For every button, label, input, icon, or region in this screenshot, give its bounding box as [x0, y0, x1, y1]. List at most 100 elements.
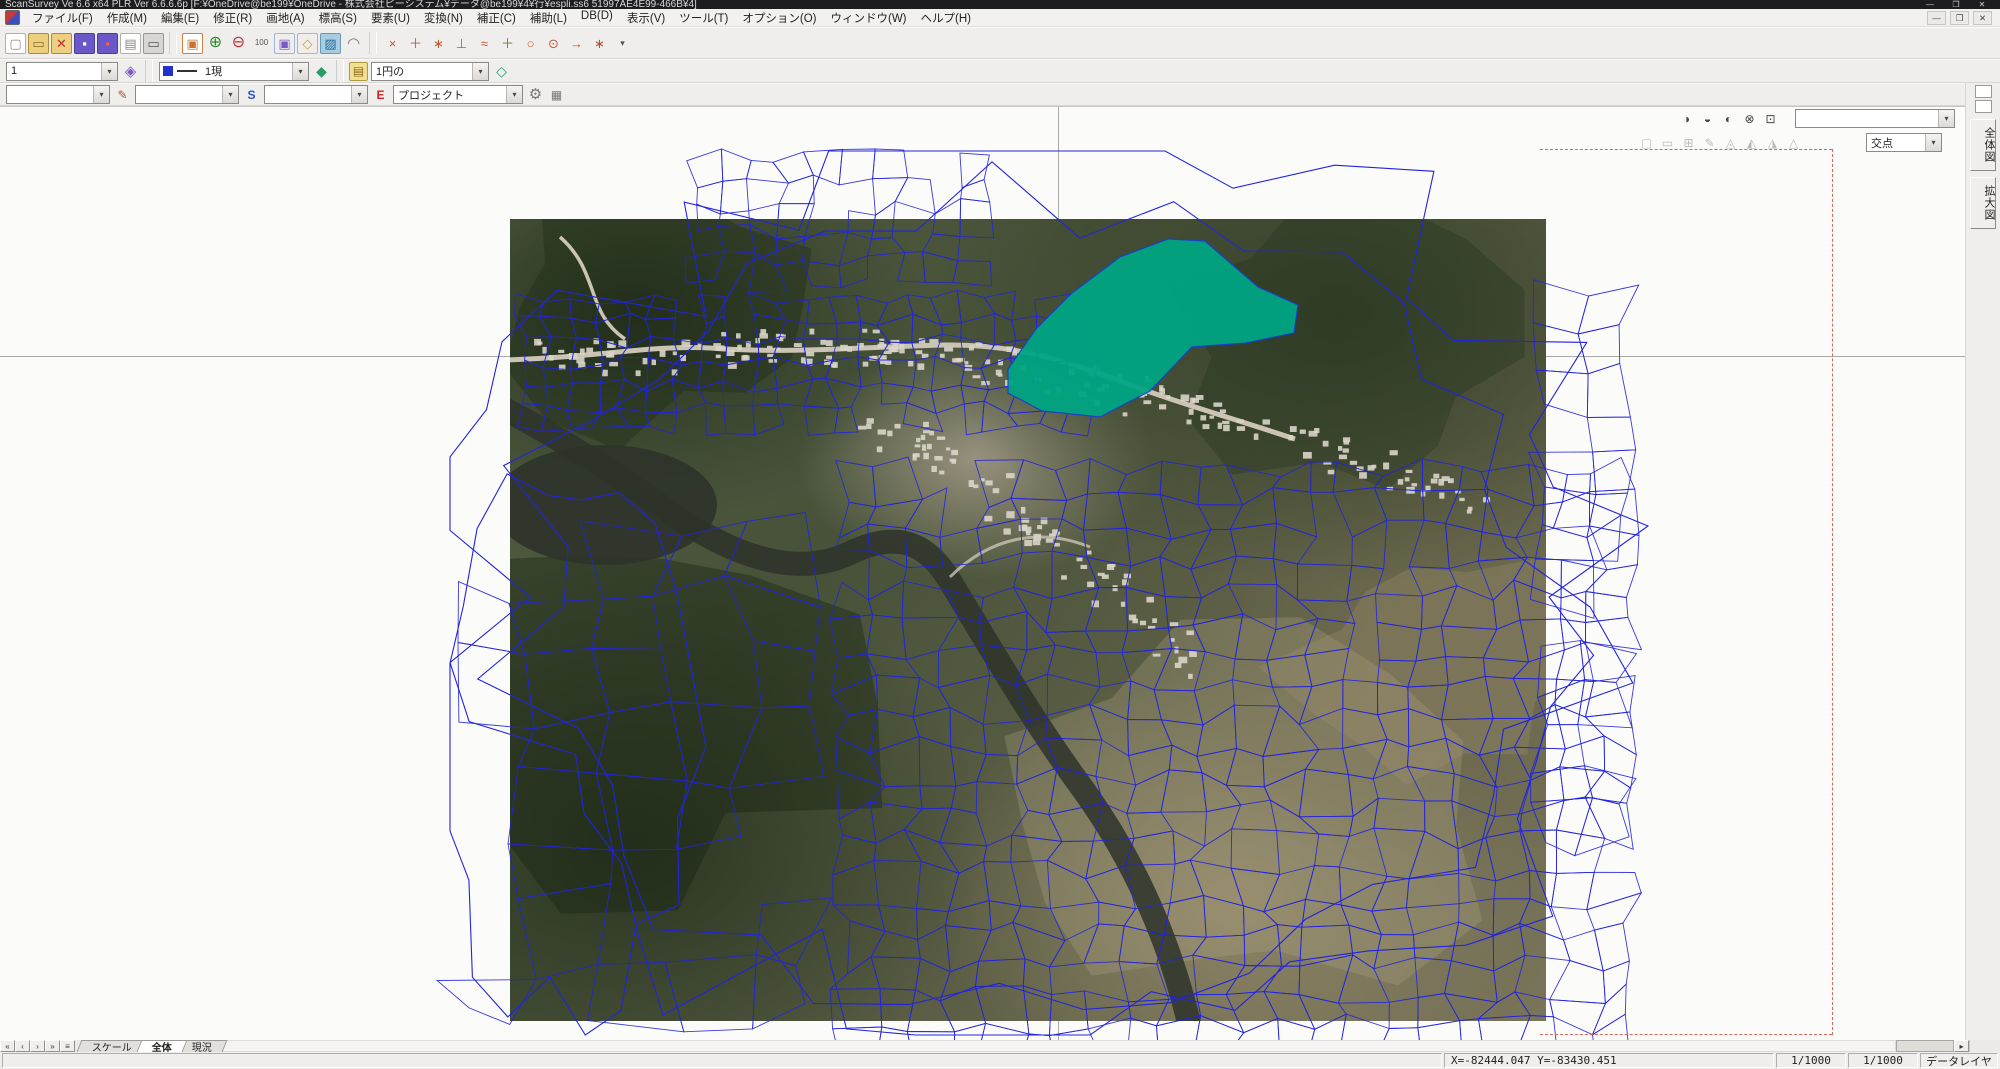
zoom-100-icon[interactable]: 100	[251, 33, 272, 54]
zoom-out-icon[interactable]: ⊖	[228, 33, 249, 54]
elevation-tool-icon[interactable]: E	[371, 85, 390, 104]
child-minimize-button[interactable]: —	[1927, 11, 1946, 25]
menu-item-1[interactable]: 作成(M)	[100, 9, 154, 27]
maximize-button[interactable]: ❐	[1943, 0, 1969, 9]
region-style-icon[interactable]: ◇	[492, 62, 511, 81]
display-settings-icon[interactable]: ⊡	[1761, 109, 1780, 128]
child-close-button[interactable]: ✕	[1973, 11, 1992, 25]
magnifier-spinner[interactable]	[1975, 100, 1992, 113]
close-button[interactable]: ✕	[1969, 0, 1995, 9]
chevron-down-icon[interactable]: ▾	[351, 86, 367, 103]
menu-item-14[interactable]: ウィンドウ(W)	[824, 9, 914, 27]
menu-item-15[interactable]: ヘルプ(H)	[914, 9, 978, 27]
menu-item-9[interactable]: 補助(L)	[523, 9, 574, 27]
view-delete-icon[interactable]: ⊗	[1740, 109, 1759, 128]
section-tool-icon[interactable]: S	[242, 85, 261, 104]
point-add-icon[interactable]: ＋	[405, 33, 426, 54]
polygon-select-icon[interactable]: ◇	[297, 33, 318, 54]
line-type-combo[interactable]: 1現▾	[159, 62, 309, 81]
project-settings-icon[interactable]: ⚙	[526, 85, 545, 104]
area-select-icon: ▢	[1637, 133, 1656, 152]
line-style-edit-icon[interactable]: ◆	[312, 62, 331, 81]
pen-combo[interactable]: 1▾	[6, 62, 118, 81]
print-icon[interactable]: ▭	[143, 33, 164, 54]
print-scale[interactable]: 1/1000	[1848, 1053, 1918, 1068]
first-sheet-button[interactable]: «	[0, 1040, 15, 1052]
horizontal-scrollbar-thumb[interactable]	[1896, 1040, 1954, 1052]
point-perpendicular-icon[interactable]: ⊥	[451, 33, 472, 54]
chevron-down-icon[interactable]: ▾	[101, 63, 117, 80]
section-combo[interactable]: ▾	[135, 85, 239, 104]
point-attribute-icon[interactable]: ✎	[113, 85, 132, 104]
sheet-tab-1[interactable]: 全体	[137, 1040, 188, 1052]
open-file-icon[interactable]: ▭	[28, 33, 49, 54]
node-cross-icon[interactable]: ∗	[589, 33, 610, 54]
menu-item-10[interactable]: DB(D)	[574, 9, 620, 27]
sheet-tab-bar: «‹›»≡ スケール全体現況 ▸	[0, 1040, 2000, 1052]
save-file-icon[interactable]: ▪	[74, 33, 95, 54]
sheet-list-button[interactable]: ≡	[60, 1040, 75, 1052]
last-sheet-button[interactable]: »	[45, 1040, 60, 1052]
horizontal-scrollbar-track[interactable]	[219, 1040, 1896, 1052]
next-sheet-button[interactable]: ›	[30, 1040, 45, 1052]
point-move-icon[interactable]: ∗	[428, 33, 449, 54]
point-name-combo[interactable]: ▾	[6, 85, 110, 104]
zoom-in-icon[interactable]: ⊕	[205, 33, 226, 54]
project-combo[interactable]: プロジェクト▾	[393, 85, 523, 104]
menu-item-11[interactable]: 表示(V)	[620, 9, 672, 27]
annotation-combo[interactable]: 1円の▾	[371, 62, 489, 81]
overview-tab[interactable]: 全体図	[1970, 119, 1996, 171]
save-as-file-icon[interactable]: ▪	[97, 33, 118, 54]
prev-sheet-button[interactable]: ‹	[15, 1040, 30, 1052]
magnifier-tab[interactable]: 拡大図	[1970, 177, 1996, 229]
scroll-right-arrow[interactable]: ▸	[1954, 1040, 1969, 1052]
page-setup-icon[interactable]: ▤	[120, 33, 141, 54]
point-tangent-icon[interactable]: ≈	[474, 33, 495, 54]
overview-spinner[interactable]	[1975, 85, 1992, 98]
view-rotate-right-icon[interactable]: ◒	[1698, 109, 1717, 128]
menu-item-13[interactable]: オプション(O)	[735, 9, 823, 27]
node-plus-icon[interactable]: ＋	[497, 33, 518, 54]
close-file-icon[interactable]: ✕	[51, 33, 72, 54]
chevron-down-icon[interactable]: ▾	[506, 86, 522, 103]
menu-item-6[interactable]: 要素(U)	[364, 9, 417, 27]
search-combo[interactable]: ▾	[1795, 109, 1955, 128]
menu-item-7[interactable]: 変換(N)	[417, 9, 470, 27]
map-canvas[interactable]: ◑◒◐⊗⊡▾ ▢▭⊞✎◬◭◮△交点▾	[0, 106, 1965, 1041]
menu-item-3[interactable]: 修正(R)	[206, 9, 259, 27]
node-circle-icon[interactable]: ○	[520, 33, 541, 54]
chevron-down-icon[interactable]: ▾	[472, 63, 488, 80]
chevron-down-icon[interactable]: ▾	[1938, 110, 1954, 127]
raster-image-icon[interactable]: ▨	[320, 33, 341, 54]
view-previous-icon[interactable]: ◐	[1719, 109, 1738, 128]
elevation-combo[interactable]: ▾	[264, 85, 368, 104]
view-rotate-left-icon[interactable]: ◑	[1677, 109, 1696, 128]
chevron-down-icon[interactable]: ▾	[292, 63, 308, 80]
new-file-icon[interactable]: ▢	[5, 33, 26, 54]
chevron-down-icon[interactable]: ▾	[93, 86, 109, 103]
toolbar-separator	[336, 60, 344, 82]
point-delete-icon[interactable]: ×	[382, 33, 403, 54]
menu-item-0[interactable]: ファイル(F)	[25, 9, 100, 27]
menu-item-12[interactable]: ツール(T)	[672, 9, 735, 27]
annotation-style-icon[interactable]: ▤	[349, 62, 368, 81]
chevron-down-icon[interactable]: ▾	[222, 86, 238, 103]
display-scale[interactable]: 1/1000	[1776, 1053, 1846, 1068]
layer-manager-icon[interactable]: ◈	[121, 62, 140, 81]
rotate-view-icon[interactable]: ◠	[343, 33, 364, 54]
minimize-button[interactable]: —	[1917, 0, 1943, 9]
snap-mode-combo[interactable]: 交点▾	[1866, 133, 1942, 152]
child-restore-button[interactable]: ❐	[1950, 11, 1969, 25]
more-tools-icon[interactable]: ▾	[612, 33, 633, 54]
zoom-window-icon[interactable]: ▣	[274, 33, 295, 54]
menu-item-2[interactable]: 編集(E)	[154, 9, 206, 27]
node-target-icon[interactable]: ⊙	[543, 33, 564, 54]
menu-item-4[interactable]: 画地(A)	[259, 9, 311, 27]
zoom-fit-icon[interactable]: ▣	[182, 33, 203, 54]
menu-item-8[interactable]: 補正(C)	[470, 9, 523, 27]
menu-item-5[interactable]: 標高(S)	[312, 9, 364, 27]
layer-mode[interactable]: データレイヤ	[1920, 1053, 1998, 1068]
chevron-down-icon[interactable]: ▾	[1925, 134, 1941, 151]
node-arrow-icon[interactable]: →	[566, 33, 587, 54]
project-save-icon[interactable]: ▦	[547, 85, 566, 104]
